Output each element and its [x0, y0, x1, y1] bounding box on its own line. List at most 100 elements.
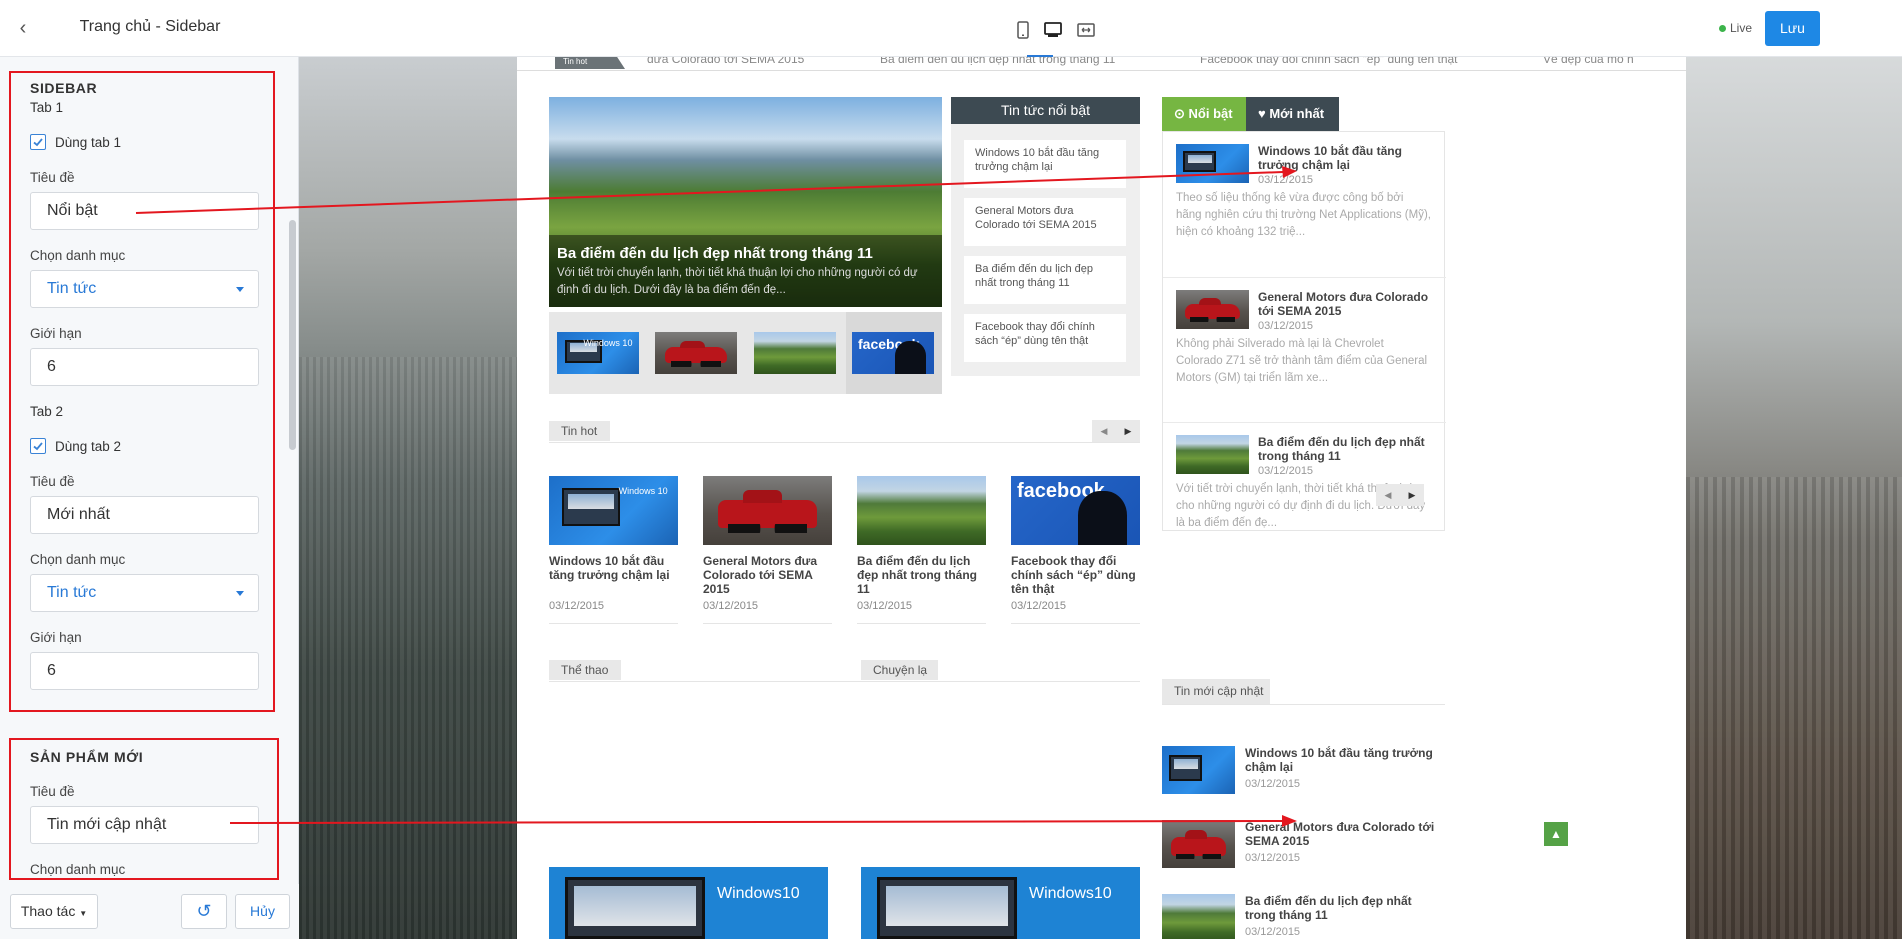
- hot-news-image[interactable]: facebook: [1011, 476, 1140, 545]
- clock-icon: ⊙: [1174, 106, 1185, 121]
- windows-logo: Windows10: [717, 885, 800, 902]
- news-thumb[interactable]: [1162, 894, 1235, 939]
- hot-news-title[interactable]: Windows 10 bắt đầu tăng trưởng chậm lại: [549, 554, 678, 582]
- thumb-windows[interactable]: Windows 10: [557, 332, 639, 374]
- site-preview: Tin hot đưa Colorado tới SEMA 2015 Ba đi…: [299, 57, 1902, 939]
- featured-news-item[interactable]: Ba điểm đến du lịch đẹp nhất trong tháng…: [964, 256, 1126, 304]
- tab-moi-nhat[interactable]: ♥ Mới nhất: [1246, 97, 1339, 131]
- tab1-limit-input[interactable]: 6: [30, 348, 259, 386]
- news-date: 03/12/2015: [1245, 926, 1301, 938]
- back-to-top-button[interactable]: ▲: [1544, 822, 1568, 846]
- news-title[interactable]: Windows 10 bắt đầu tăng trưởng chậm lại: [1245, 746, 1445, 774]
- sport-heading: Thể thao: [549, 660, 621, 680]
- next-arrow-icon[interactable]: ▶: [1116, 420, 1140, 442]
- news-date: 03/12/2015: [1258, 320, 1314, 332]
- windows-logo: Windows10: [1029, 885, 1112, 902]
- news-thumb[interactable]: [1176, 144, 1249, 183]
- featured-news-item[interactable]: General Motors đưa Colorado tới SEMA 201…: [964, 198, 1126, 246]
- tab1-limit-label: Giới hạn: [30, 326, 82, 341]
- undo-button[interactable]: ↺: [181, 894, 227, 929]
- tab2-limit-input[interactable]: 6: [30, 652, 259, 690]
- fullwidth-icon[interactable]: [1076, 20, 1098, 42]
- hot-news-image[interactable]: Windows 10: [549, 476, 678, 545]
- tab2-limit-label: Giới hạn: [30, 630, 82, 645]
- tab1-category-value: Tin tức: [47, 280, 97, 297]
- tab1-category-label: Chọn danh mục: [30, 248, 126, 263]
- news-thumb[interactable]: [1176, 290, 1249, 329]
- hot-news-date: 03/12/2015: [1011, 600, 1067, 612]
- divider: [1163, 422, 1446, 423]
- featured-news-item[interactable]: Windows 10 bắt đầu tăng trưởng chậm lại: [964, 140, 1126, 188]
- news-title[interactable]: Ba điểm đến du lịch đẹp nhất trong tháng…: [1245, 894, 1445, 922]
- ticker-item[interactable]: Ba điểm đến du lịch đẹp nhất trong tháng…: [880, 57, 1115, 66]
- prev-arrow-icon[interactable]: ◀: [1376, 484, 1400, 506]
- chevron-down-icon: [236, 287, 244, 292]
- featured-news-item[interactable]: Facebook thay đổi chính sách “ép” dùng t…: [964, 314, 1126, 362]
- divider: [703, 623, 832, 624]
- hero-slide[interactable]: Ba điểm đến du lịch đẹp nhất trong tháng…: [549, 97, 942, 307]
- background-city-image-right: [1686, 57, 1902, 939]
- hot-news-title[interactable]: Facebook thay đổi chính sách “ép” dùng t…: [1011, 554, 1140, 596]
- heart-icon: ♥: [1258, 106, 1266, 121]
- news-title[interactable]: Ba điểm đến du lịch đẹp nhất trong tháng…: [1258, 435, 1436, 463]
- cancel-button[interactable]: Hủy: [235, 894, 290, 929]
- back-icon[interactable]: ‹: [12, 16, 34, 40]
- use-tab2-label: Dùng tab 2: [55, 439, 122, 454]
- news-ticker: Tin hot đưa Colorado tới SEMA 2015 Ba đi…: [517, 57, 1686, 71]
- thumb-car[interactable]: [655, 332, 737, 374]
- tab1-heading: Tab 1: [30, 100, 64, 115]
- panel-header: ‹ Trang chủ - Sidebar: [0, 0, 299, 57]
- thumb-facebook[interactable]: facebook: [852, 332, 934, 374]
- thumb-windows-logo: Windows 10: [583, 337, 633, 348]
- news-title[interactable]: General Motors đưa Colorado tới SEMA 201…: [1258, 290, 1436, 318]
- hero-title[interactable]: Ba điểm đến du lịch đẹp nhất trong tháng…: [557, 245, 873, 262]
- news-title[interactable]: Windows 10 bắt đầu tăng trưởng chậm lại: [1258, 144, 1436, 172]
- use-tab1-checkbox[interactable]: [30, 134, 46, 150]
- new-products-title-input[interactable]: Tin mới cập nhật: [30, 806, 259, 844]
- tab1-category-select[interactable]: Tin tức: [30, 270, 259, 308]
- panel-scroll-area: SIDEBAR Tab 1 Dùng tab 1 Tiêu đề Nổi bật…: [0, 57, 299, 884]
- tab2-category-value: Tin tức: [47, 584, 97, 601]
- actions-label: Thao tác: [20, 903, 76, 919]
- news-thumb[interactable]: [1176, 435, 1249, 474]
- hot-news-date: 03/12/2015: [549, 600, 605, 612]
- news-thumb[interactable]: [1162, 820, 1235, 868]
- use-tab1-label: Dùng tab 1: [55, 135, 122, 150]
- desktop-icon[interactable]: [1043, 20, 1065, 42]
- hot-news-nav: ◀ ▶: [1092, 420, 1140, 442]
- hot-news-title[interactable]: Ba điểm đến du lịch đẹp nhất trong tháng…: [857, 554, 986, 596]
- strange-banner-image[interactable]: Windows10: [861, 867, 1140, 939]
- hot-news-title[interactable]: General Motors đưa Colorado tới SEMA 201…: [703, 554, 832, 596]
- tab1-title-input[interactable]: Nổi bật: [30, 192, 259, 230]
- tab-noi-bat[interactable]: ⊙ Nổi bật: [1162, 97, 1246, 131]
- hot-news-image[interactable]: [703, 476, 832, 545]
- ticker-item[interactable]: Vẻ đẹp của mô h: [1543, 57, 1634, 66]
- save-button[interactable]: Lưu: [1765, 11, 1820, 46]
- sidebar-highlight-box: [9, 71, 275, 712]
- site-content: Tin hot đưa Colorado tới SEMA 2015 Ba đi…: [517, 57, 1686, 939]
- hot-news-image[interactable]: [857, 476, 986, 545]
- chevron-down-icon: [236, 591, 244, 596]
- tab2-category-select[interactable]: Tin tức: [30, 574, 259, 612]
- divider: [549, 623, 678, 624]
- newest-heading: Tin mới cập nhật: [1162, 679, 1270, 704]
- ticker-item[interactable]: đưa Colorado tới SEMA 2015: [647, 57, 804, 66]
- actions-dropdown[interactable]: Thao tác ▼: [10, 894, 98, 929]
- featured-news-heading: Tin tức nổi bật: [951, 97, 1140, 124]
- sport-banner-image[interactable]: Windows10: [549, 867, 828, 939]
- use-tab2-checkbox[interactable]: [30, 438, 46, 454]
- tab2-title-input[interactable]: Mới nhất: [30, 496, 259, 534]
- news-date: 03/12/2015: [1245, 778, 1301, 790]
- mobile-icon[interactable]: [1013, 20, 1035, 42]
- prev-arrow-icon[interactable]: ◀: [1092, 420, 1116, 442]
- panel-footer: Thao tác ▼ ↺ Hủy: [0, 884, 299, 939]
- news-thumb[interactable]: [1162, 746, 1235, 794]
- next-arrow-icon[interactable]: ▶: [1400, 484, 1424, 506]
- ticker-item[interactable]: Facebook thay đổi chính sách “ép” dùng t…: [1200, 57, 1458, 66]
- divider: [549, 681, 1140, 682]
- panel-scrollbar[interactable]: [289, 220, 296, 450]
- thumb-mountain[interactable]: [754, 332, 836, 374]
- divider: [1162, 704, 1445, 705]
- news-title[interactable]: General Motors đưa Colorado tới SEMA 201…: [1245, 820, 1445, 848]
- preview-toolbar: [299, 0, 1902, 57]
